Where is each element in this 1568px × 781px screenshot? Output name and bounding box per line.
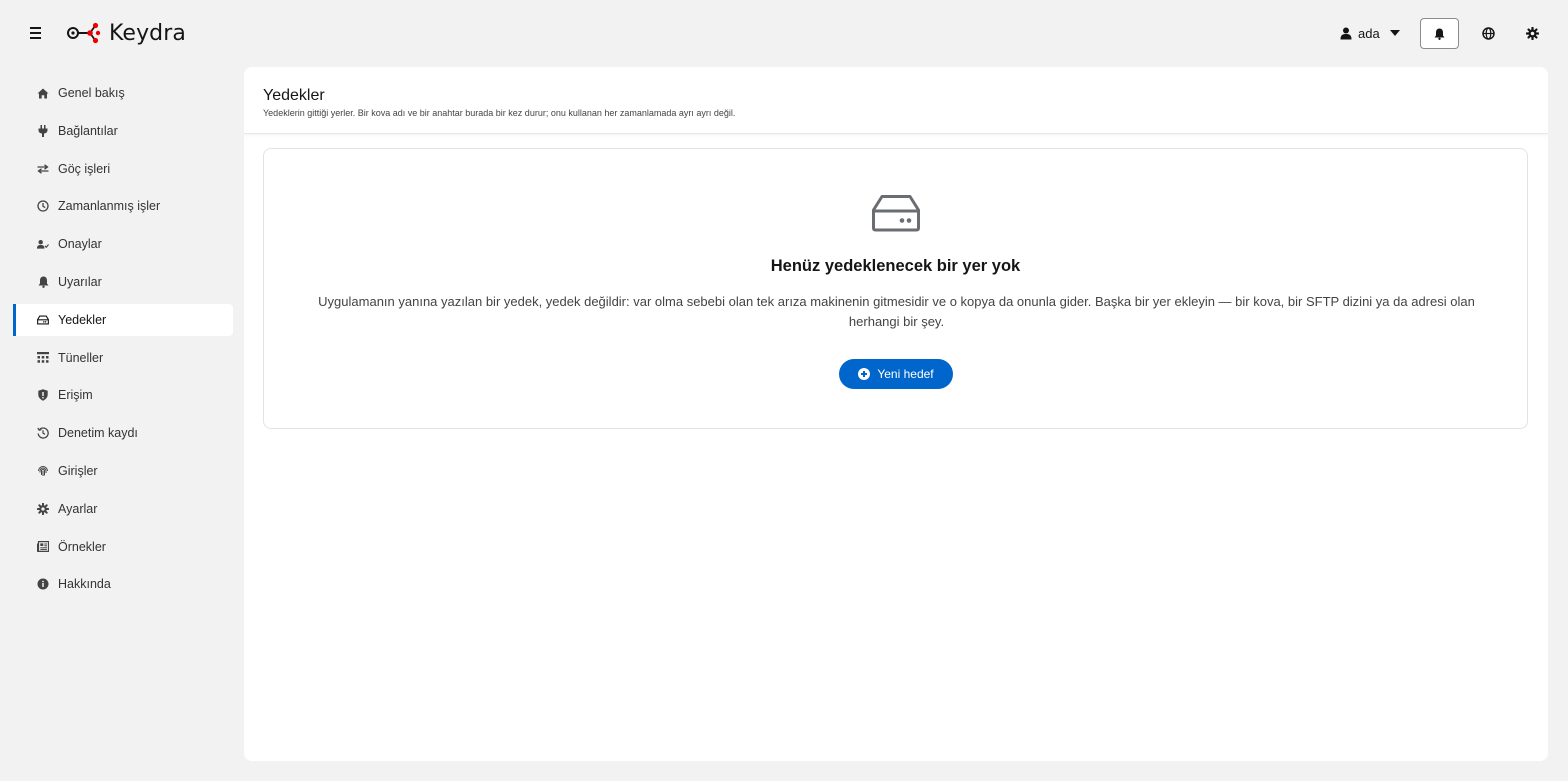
sidebar-item-overview[interactable]: Genel bakış — [0, 77, 240, 109]
sidebar-item-examples[interactable]: Örnekler — [0, 531, 240, 563]
fingerprint-icon — [37, 465, 49, 477]
user-name: ada — [1358, 25, 1380, 41]
info-icon — [37, 578, 49, 590]
theme-settings-button[interactable] — [1522, 23, 1542, 43]
sidebar-nav: Genel bakış Bağlantılar Göç işleri Zaman… — [0, 77, 240, 606]
shield-icon — [37, 389, 49, 402]
sidebar-item-tunnels[interactable]: Tüneller — [0, 342, 240, 374]
app-name: Keydra — [109, 20, 186, 46]
caret-down-icon — [1389, 30, 1400, 36]
sidebar-item-label: Örnekler — [58, 539, 106, 554]
sidebar-item-label: Hakkında — [58, 577, 111, 592]
empty-state-card: Henüz yedeklenecek bir yer yok Uygulaman… — [263, 148, 1528, 429]
menu-toggle-button[interactable] — [26, 22, 46, 44]
gear-icon — [37, 502, 49, 515]
sidebar-item-scheduled-jobs[interactable]: Zamanlanmış işler — [0, 190, 240, 222]
hard-drive-icon — [37, 314, 49, 326]
sidebar-item-label: Uyarılar — [58, 274, 102, 289]
new-target-button[interactable]: Yeni hedef — [839, 359, 953, 389]
exchange-icon — [37, 163, 49, 175]
sidebar-item-approvals[interactable]: Onaylar — [0, 228, 240, 260]
sidebar-item-label: Tüneller — [58, 350, 104, 365]
sidebar-item-logins[interactable]: Girişler — [0, 455, 240, 487]
sidebar-item-label: Yedekler — [58, 312, 107, 327]
keydra-logo-icon — [67, 22, 101, 44]
user-icon — [1340, 27, 1352, 39]
sidebar-item-migrations[interactable]: Göç işleri — [0, 153, 240, 185]
top-bar: Keydra ada — [0, 0, 1568, 67]
sidebar-item-label: Erişim — [58, 388, 93, 403]
clock-icon — [37, 200, 49, 213]
home-icon — [37, 87, 49, 99]
sidebar-item-label: Girişler — [58, 463, 98, 478]
sidebar-item-alerts[interactable]: Uyarılar — [0, 266, 240, 298]
bell-icon — [1434, 28, 1445, 40]
sidebar-item-label: Bağlantılar — [58, 123, 118, 138]
user-check-icon — [37, 238, 49, 250]
sidebar-item-backups[interactable]: Yedekler — [13, 303, 233, 336]
history-icon — [37, 427, 49, 439]
main-content: Yedekler Yedeklerin gittiği yerler. Bir … — [244, 67, 1548, 761]
sidebar-item-label: Zamanlanmış işler — [58, 199, 161, 214]
empty-state-body: Uygulamanın yanına yazılan bir yedek, ye… — [318, 294, 1475, 329]
sidebar-item-about[interactable]: Hakkında — [0, 568, 240, 600]
sidebar-item-settings[interactable]: Ayarlar — [0, 493, 240, 525]
sidebar-item-access[interactable]: Erişim — [0, 379, 240, 411]
globe-icon — [1481, 26, 1495, 40]
sidebar-item-label: Göç işleri — [58, 161, 111, 176]
gear-icon — [1525, 26, 1539, 40]
sidebar-item-label: Genel bakış — [58, 86, 125, 100]
page-title: Yedekler — [263, 87, 325, 104]
sidebar-item-audit-log[interactable]: Denetim kaydı — [0, 417, 240, 449]
sidebar-item-label: Denetim kaydı — [58, 426, 138, 441]
hamburger-icon — [30, 27, 41, 29]
empty-state-title: Henüz yedeklenecek bir yer yok — [770, 257, 1021, 275]
newspaper-icon — [37, 541, 49, 553]
sidebar-item-label: Ayarlar — [58, 501, 98, 516]
user-menu-toggle[interactable]: ada — [1340, 22, 1400, 44]
sidebar-item-label: Onaylar — [58, 237, 102, 252]
hard-drive-icon — [872, 195, 920, 232]
sidebar-item-connections[interactable]: Bağlantılar — [0, 115, 240, 147]
new-target-button-label: Yeni hedef — [877, 367, 934, 381]
app-logo[interactable]: Keydra — [66, 18, 186, 48]
page-subtitle: Yedeklerin gittiği yerler. Bir kova adı … — [263, 108, 736, 118]
page-header: Yedekler Yedeklerin gittiği yerler. Bir … — [244, 67, 1548, 134]
plus-circle-icon — [858, 368, 871, 380]
plug-icon — [37, 124, 49, 137]
bell-icon — [37, 276, 49, 288]
network-icon — [37, 352, 49, 364]
language-button[interactable] — [1478, 23, 1498, 43]
notifications-button[interactable] — [1420, 18, 1459, 49]
